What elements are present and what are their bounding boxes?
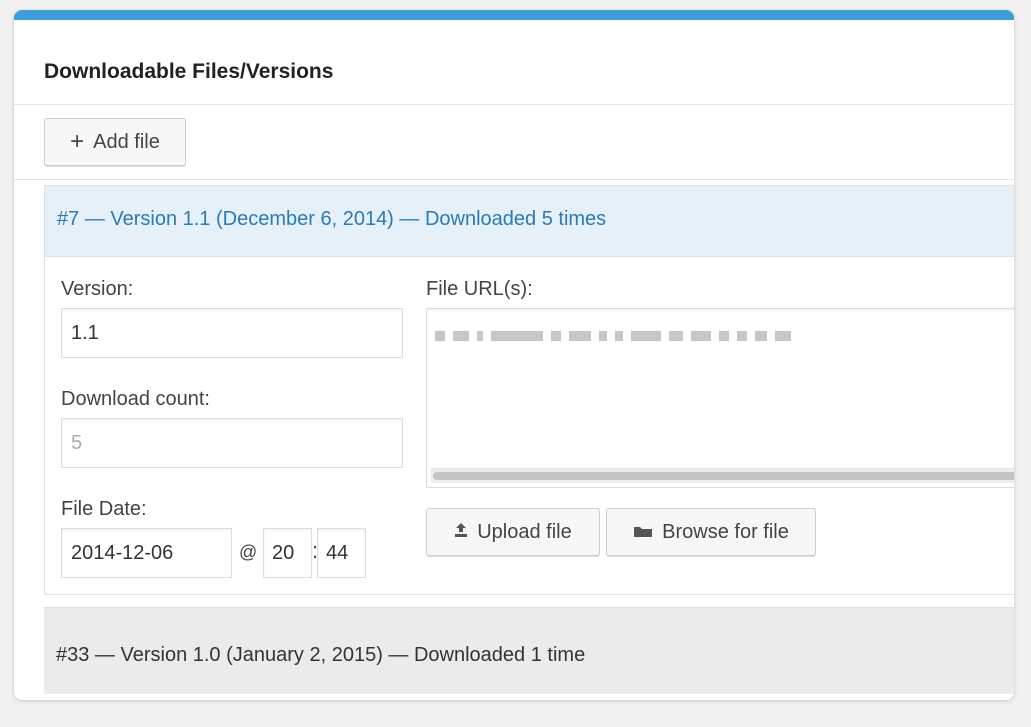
folder-icon [633, 521, 653, 544]
upload-file-label: Upload file [477, 520, 572, 543]
scrollbar-thumb[interactable] [433, 472, 1014, 480]
at-symbol: @ [239, 542, 258, 562]
accent-bar [14, 10, 1014, 20]
download-count-label: Download count: [61, 388, 210, 410]
panel-title: Downloadable Files/Versions [44, 60, 334, 83]
browse-for-file-button[interactable]: Browse for file [606, 508, 816, 556]
file-version-title: #7 — Version 1.1 (December 6, 2014) — Do… [57, 208, 607, 230]
file-urls-textarea[interactable] [426, 308, 1014, 488]
file-urls-label: File URL(s): [426, 278, 533, 300]
file-version-item-collapsed[interactable]: #33 — Version 1.0 (January 2, 2015) — Do… [44, 607, 1014, 694]
file-version-item-expanded: #7 — Version 1.1 (December 6, 2014) — Do… [44, 185, 1014, 595]
downloadable-files-panel: Downloadable Files/Versions + Add file #… [14, 10, 1014, 700]
toolbar: + Add file [14, 105, 1014, 180]
browse-for-file-label: Browse for file [662, 520, 789, 543]
plus-icon: + [70, 128, 85, 155]
upload-icon [454, 521, 468, 544]
file-date-label: File Date: [61, 498, 147, 520]
add-file-label: Add file [93, 130, 160, 153]
version-input[interactable]: 1.1 [61, 308, 403, 358]
add-file-button[interactable]: + Add file [44, 118, 186, 166]
hour-input[interactable]: 20 [263, 528, 312, 578]
minute-input[interactable]: 44 [317, 528, 366, 578]
upload-file-button[interactable]: Upload file [426, 508, 600, 556]
version-label: Version: [61, 278, 134, 300]
file-date-input[interactable]: 2014-12-06 [61, 528, 232, 578]
panel-header: Downloadable Files/Versions [14, 20, 1014, 105]
file-version-title: #33 — Version 1.0 (January 2, 2015) — Do… [56, 644, 586, 666]
file-version-header[interactable]: #7 — Version 1.1 (December 6, 2014) — Do… [45, 186, 1014, 257]
blurred-url-text [435, 331, 791, 341]
download-count-input[interactable]: 5 [61, 418, 403, 468]
horizontal-scrollbar[interactable] [431, 468, 1014, 483]
